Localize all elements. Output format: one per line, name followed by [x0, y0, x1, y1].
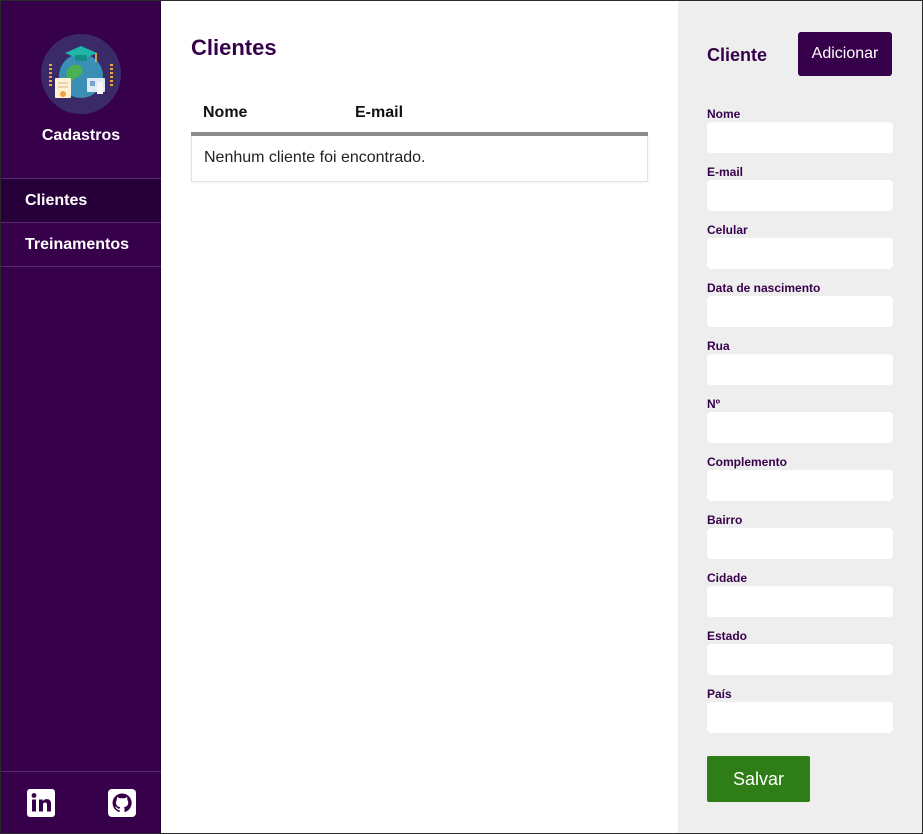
field-complemento: Complemento: [707, 455, 893, 513]
page-title: Clientes: [191, 35, 277, 60]
social-links: [1, 771, 161, 833]
logo: [41, 34, 121, 114]
app-window: Cadastros Clientes Treinamentos Clientes…: [0, 0, 923, 834]
field-cidade: Cidade: [707, 571, 893, 629]
linkedin-icon[interactable]: [27, 789, 55, 817]
field-label: E-mail: [707, 165, 744, 179]
rua-input[interactable]: [707, 354, 893, 385]
field-label: Complemento: [707, 455, 788, 469]
field-label: Data de nascimento: [707, 281, 821, 295]
field-pais: País: [707, 687, 893, 745]
estado-input[interactable]: [707, 644, 893, 675]
field-label: Nº: [707, 397, 721, 411]
field-rua: Rua: [707, 339, 893, 397]
education-logo-icon: [41, 34, 121, 114]
save-button[interactable]: Salvar: [707, 756, 810, 802]
sidebar-item-treinamentos[interactable]: Treinamentos: [1, 223, 161, 267]
email-input[interactable]: [707, 180, 893, 211]
numero-input[interactable]: [707, 412, 893, 443]
field-label: Bairro: [707, 513, 743, 527]
client-form: Nome E-mail Celular Data de nascimento R…: [707, 107, 893, 745]
data-nascimento-input[interactable]: [707, 296, 893, 327]
column-header-email: E-mail: [355, 104, 404, 121]
field-label: Celular: [707, 223, 748, 237]
sidebar-nav: Clientes Treinamentos: [1, 178, 161, 267]
field-label: Nome: [707, 107, 741, 121]
field-email: E-mail: [707, 165, 893, 223]
field-estado: Estado: [707, 629, 893, 687]
empty-state-message: Nenhum cliente foi encontrado.: [191, 136, 648, 182]
cidade-input[interactable]: [707, 586, 893, 617]
field-label: Cidade: [707, 571, 748, 585]
sidebar-item-clientes[interactable]: Clientes: [1, 179, 161, 223]
sidebar: Cadastros Clientes Treinamentos: [1, 1, 161, 833]
complemento-input[interactable]: [707, 470, 893, 501]
github-icon[interactable]: [108, 789, 136, 817]
field-bairro: Bairro: [707, 513, 893, 571]
nome-input[interactable]: [707, 122, 893, 153]
field-nome: Nome: [707, 107, 893, 165]
celular-input[interactable]: [707, 238, 893, 269]
field-label: Estado: [707, 629, 748, 643]
pais-input[interactable]: [707, 702, 893, 733]
bairro-input[interactable]: [707, 528, 893, 559]
field-label: País: [707, 687, 732, 701]
field-celular: Celular: [707, 223, 893, 281]
field-label: Rua: [707, 339, 730, 353]
column-header-nome: Nome: [203, 104, 248, 121]
field-data-nascimento: Data de nascimento: [707, 281, 893, 339]
table-header: Nome E-mail: [191, 97, 648, 136]
brand-title: Cadastros: [41, 127, 121, 144]
client-form-panel: Cliente Adicionar Nome E-mail Celular Da…: [678, 1, 922, 833]
clients-table: Nome E-mail Nenhum cliente foi encontrad…: [191, 97, 648, 182]
field-numero: Nº: [707, 397, 893, 455]
main-content: Clientes Nome E-mail Nenhum cliente foi …: [161, 1, 678, 833]
add-button[interactable]: Adicionar: [798, 32, 892, 76]
form-title: Cliente: [707, 45, 768, 65]
